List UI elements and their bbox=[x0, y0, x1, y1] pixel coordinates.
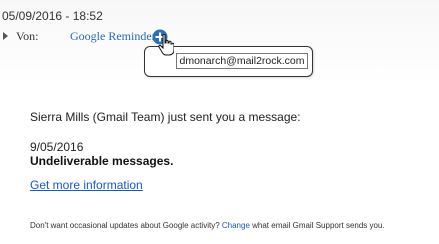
cursor-hand-icon bbox=[158, 34, 174, 56]
from-label: Von: bbox=[16, 29, 39, 43]
sender-name-link[interactable]: Google Reminder bbox=[70, 29, 156, 44]
message-intro: Sierra Mills (Gmail Team) just sent you … bbox=[30, 110, 301, 124]
footer-text-before: Don't want occasional updates about Goog… bbox=[30, 221, 222, 230]
footer-text-after: what email Gmail Support sends you. bbox=[249, 221, 385, 230]
message-date: 9/05/2016 bbox=[30, 140, 84, 154]
message-subject: Undeliverable messages. bbox=[30, 154, 174, 168]
sender-email: dmonarch@mail2rock.com bbox=[176, 53, 308, 69]
footer-notice: Don't want occasional updates about Goog… bbox=[30, 221, 385, 230]
expand-triangle-icon[interactable] bbox=[3, 32, 8, 40]
change-link[interactable]: Change bbox=[222, 221, 250, 230]
more-information-link[interactable]: Get more information bbox=[30, 178, 143, 192]
email-datetime: 05/09/2016 - 18:52 bbox=[2, 9, 103, 23]
